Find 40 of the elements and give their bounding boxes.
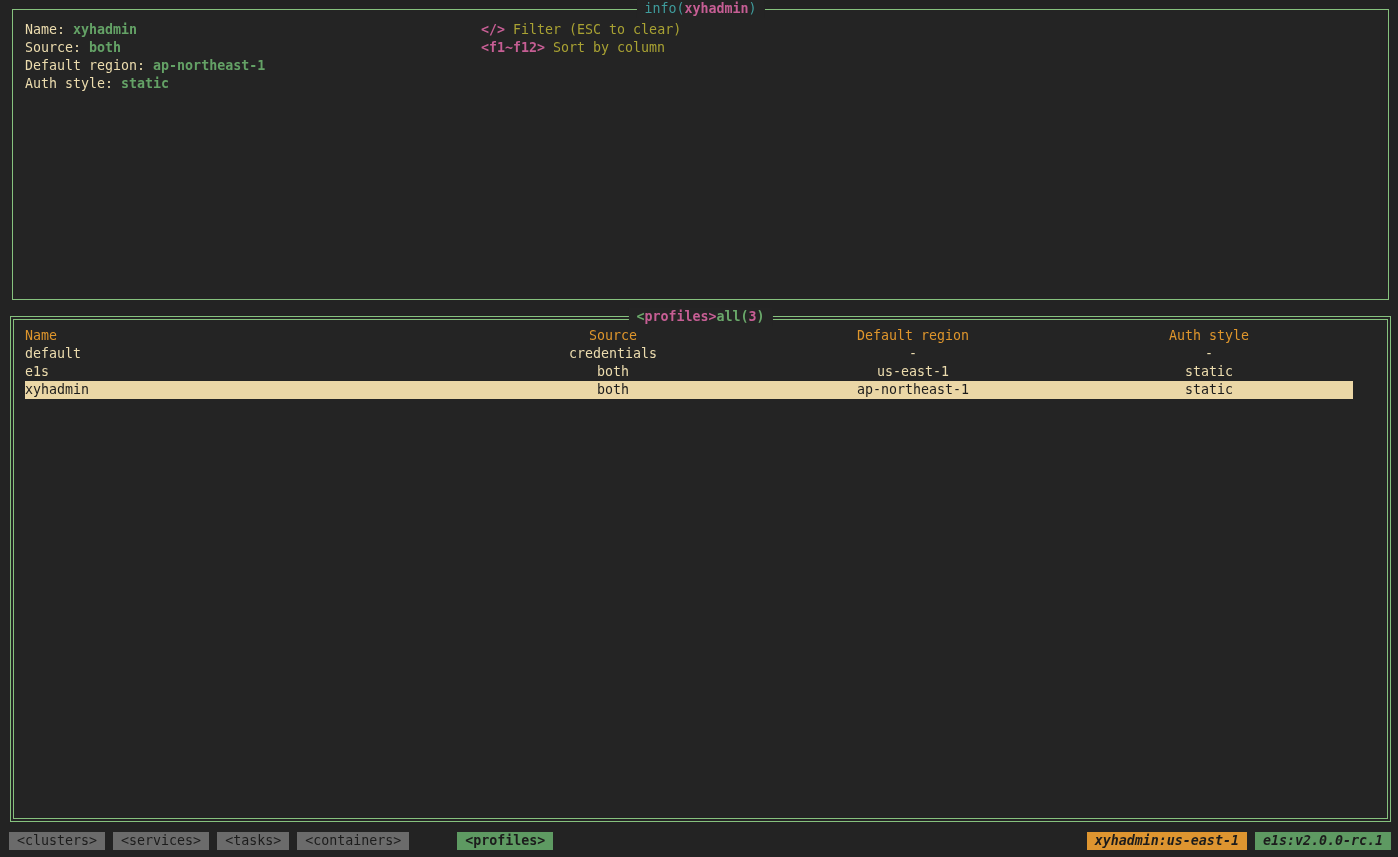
- field-label: Source:: [25, 39, 82, 57]
- shortcut-description: Sort by column: [553, 39, 666, 57]
- view-tab[interactable]: <profiles>: [457, 832, 554, 850]
- table-cell-text: -: [908, 345, 918, 363]
- status-badge: e1s:v2.0.0-rc.1: [1254, 832, 1391, 850]
- status-badge: xyhadmin:us-east-1: [1086, 832, 1247, 850]
- table-cell-text: us-east-1: [875, 363, 951, 381]
- field-value: both: [89, 39, 122, 57]
- panel-title: <profiles>all(3): [628, 308, 773, 326]
- column-header[interactable]: Source: [560, 327, 666, 345]
- field-value: xyhadmin: [73, 21, 138, 39]
- field-label: Auth style:: [25, 75, 114, 93]
- view-tab[interactable]: <tasks>: [217, 832, 290, 850]
- shortcut-description: Filter (ESC to clear): [513, 21, 682, 39]
- table-row[interactable]: default credentials - -: [25, 345, 1353, 363]
- shortcut-key: <f1~f12>: [481, 39, 546, 57]
- table-cell-text: both: [596, 381, 630, 399]
- table-cell-text: ap-northeast-1: [855, 381, 971, 399]
- table-cell-text: static: [1183, 381, 1234, 399]
- field-value: static: [121, 75, 170, 93]
- column-header[interactable]: Name: [25, 327, 560, 345]
- shortcut-key: </>: [481, 21, 506, 39]
- field-label: Name:: [25, 21, 66, 39]
- table-cell-text: e1s: [25, 363, 51, 381]
- view-tab[interactable]: <containers>: [297, 832, 410, 850]
- field-value: ap-northeast-1: [153, 57, 266, 75]
- table-row[interactable]: xyhadmin both ap-northeast-1 static: [25, 381, 1353, 399]
- table-cell-text: both: [596, 363, 630, 381]
- table-row[interactable]: e1s both us-east-1 static: [25, 363, 1353, 381]
- table-cell-text: default: [25, 345, 83, 363]
- column-header[interactable]: Default region: [666, 327, 1160, 345]
- table-cell-text: static: [1183, 363, 1234, 381]
- field-label: Default region:: [25, 57, 146, 75]
- table-cell-text: credentials: [567, 345, 659, 363]
- table-cell-text: xyhadmin: [25, 381, 91, 399]
- column-header[interactable]: Auth style: [1160, 327, 1258, 345]
- table-cell-text: -: [1204, 345, 1214, 363]
- panel-title: info(xyhadmin): [636, 0, 765, 18]
- view-tab[interactable]: <services>: [113, 832, 210, 850]
- view-tab[interactable]: <clusters>: [9, 832, 106, 850]
